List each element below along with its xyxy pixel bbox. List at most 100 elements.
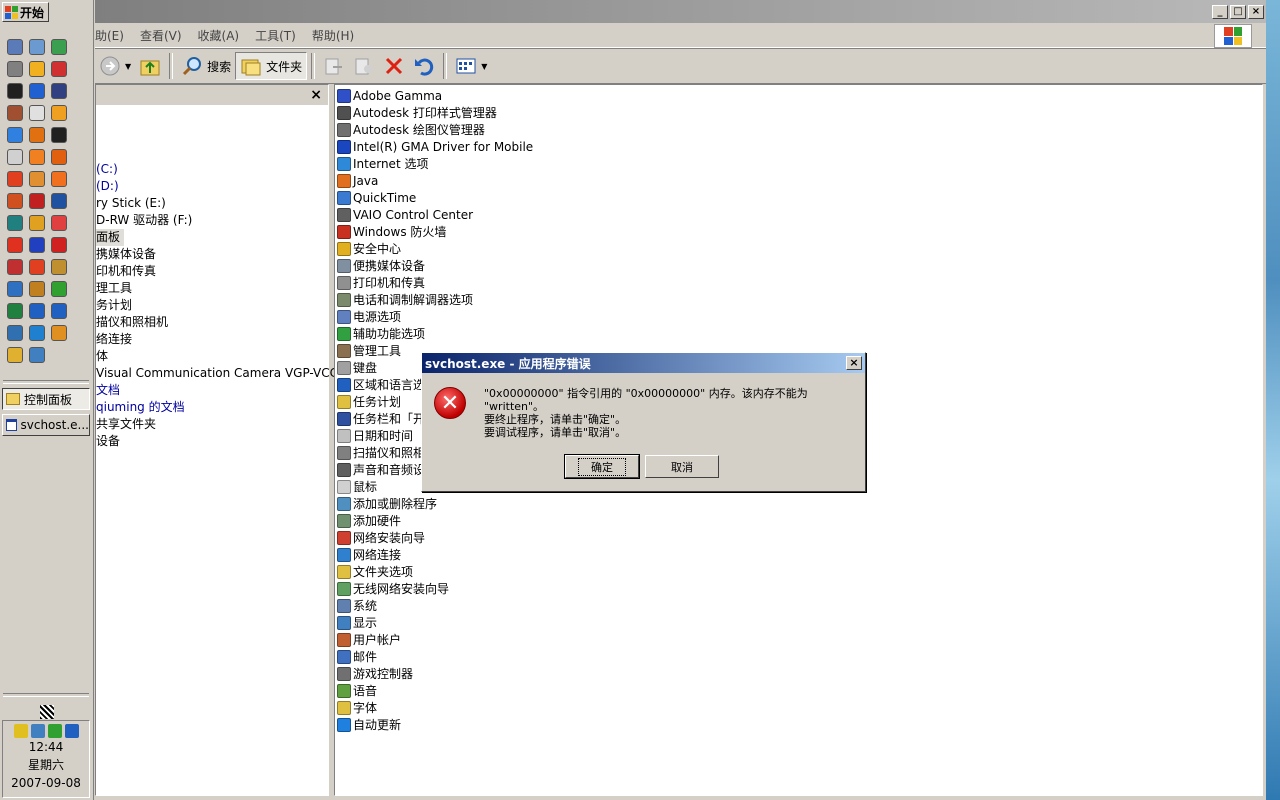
cancel-button[interactable]: 取消: [645, 455, 719, 478]
quick-launch-app-icon[interactable]: [51, 193, 67, 209]
quick-launch-app-icon[interactable]: [7, 259, 23, 275]
control-panel-item[interactable]: Java: [337, 172, 378, 189]
control-panel-item[interactable]: 鼠标: [337, 478, 377, 495]
tree-item[interactable]: 理工具: [96, 280, 132, 297]
menu-edit[interactable]: 助(E): [95, 27, 132, 44]
quick-launch-app-icon[interactable]: [29, 303, 45, 319]
quick-launch-app-icon[interactable]: [51, 259, 67, 275]
security-shield-icon[interactable]: [13, 724, 28, 738]
quick-launch-app-icon[interactable]: [29, 39, 45, 55]
chevron-down-icon[interactable]: ▼: [481, 62, 487, 71]
quick-launch-app-icon[interactable]: [29, 171, 45, 187]
tree-item[interactable]: (D:): [96, 178, 119, 195]
views-button[interactable]: ▼: [451, 52, 491, 80]
tree-item[interactable]: ry Stick (E:): [96, 195, 166, 212]
control-panel-item[interactable]: 网络安装向导: [337, 529, 425, 546]
quick-launch-app-icon[interactable]: [51, 325, 67, 341]
control-panel-item[interactable]: 日期和时间: [337, 427, 413, 444]
dialog-titlebar[interactable]: svchost.exe - 应用程序错误 ×: [422, 353, 865, 373]
control-panel-item[interactable]: 任务计划: [337, 393, 401, 410]
qr-code-icon[interactable]: [40, 705, 54, 719]
quick-launch-app-icon[interactable]: [51, 149, 67, 165]
quick-launch-app-icon[interactable]: [7, 39, 23, 55]
up-button[interactable]: [135, 52, 165, 80]
control-panel-item[interactable]: QuickTime: [337, 189, 416, 206]
quick-launch-app-icon[interactable]: [7, 83, 23, 99]
forward-button[interactable]: ▼: [95, 52, 135, 80]
tree-item[interactable]: 体: [96, 348, 108, 365]
menu-tools[interactable]: 工具(T): [247, 27, 304, 44]
control-panel-item[interactable]: 游戏控制器: [337, 665, 413, 682]
control-panel-item[interactable]: 电源选项: [337, 308, 401, 325]
tree-item[interactable]: qiuming 的文档: [96, 399, 185, 416]
quick-launch-app-icon[interactable]: [29, 325, 45, 341]
move-to-button[interactable]: [319, 52, 349, 80]
quick-launch-app-icon[interactable]: [7, 215, 23, 231]
tree-item[interactable]: 文档: [96, 382, 120, 399]
quick-launch-app-icon[interactable]: [51, 127, 67, 143]
tree-item[interactable]: (C:): [96, 161, 118, 178]
quick-launch-app-icon[interactable]: [51, 237, 67, 253]
tree-item[interactable]: 务计划: [96, 297, 132, 314]
control-panel-item[interactable]: 辅助功能选项: [337, 325, 425, 342]
tree-item[interactable]: 描仪和照相机: [96, 314, 168, 331]
tree-item[interactable]: 携媒体设备: [96, 246, 156, 263]
tree-item[interactable]: 印机和传真: [96, 263, 156, 280]
quick-launch-app-icon[interactable]: [29, 237, 45, 253]
control-panel-item[interactable]: 自动更新: [337, 716, 401, 733]
control-panel-item[interactable]: 文件夹选项: [337, 563, 413, 580]
quick-launch-app-icon[interactable]: [29, 105, 45, 121]
quick-launch-app-icon[interactable]: [29, 215, 45, 231]
quick-launch-app-icon[interactable]: [51, 39, 67, 55]
quick-launch-app-icon[interactable]: [7, 281, 23, 297]
quick-launch-app-icon[interactable]: [29, 149, 45, 165]
menu-help[interactable]: 帮助(H): [304, 27, 362, 44]
control-panel-item[interactable]: 字体: [337, 699, 377, 716]
minimize-button[interactable]: _: [1212, 5, 1228, 19]
quick-launch-app-icon[interactable]: [7, 303, 23, 319]
copy-to-button[interactable]: [349, 52, 379, 80]
quick-launch-app-icon[interactable]: [7, 105, 23, 121]
quick-launch-app-icon[interactable]: [7, 171, 23, 187]
quick-launch-app-icon[interactable]: [29, 193, 45, 209]
tree-item[interactable]: 设备: [96, 433, 120, 450]
quick-launch-app-icon[interactable]: [51, 303, 67, 319]
tree-item[interactable]: 络连接: [96, 331, 132, 348]
quick-launch-app-icon[interactable]: [7, 325, 23, 341]
control-panel-item[interactable]: 安全中心: [337, 240, 401, 257]
ok-button[interactable]: 确定: [564, 454, 640, 479]
umbrella-icon[interactable]: [47, 724, 62, 738]
folders-button[interactable]: 文件夹: [235, 52, 308, 80]
control-panel-item[interactable]: Internet 选项: [337, 155, 428, 172]
quick-launch-app-icon[interactable]: [7, 61, 23, 77]
menu-view[interactable]: 查看(V): [132, 27, 190, 44]
quick-launch-app-icon[interactable]: [29, 83, 45, 99]
quick-launch-app-icon[interactable]: [51, 281, 67, 297]
clock-time[interactable]: 12:44: [3, 738, 89, 756]
control-panel-item[interactable]: 邮件: [337, 648, 377, 665]
control-panel-item[interactable]: 系统: [337, 597, 377, 614]
control-panel-item[interactable]: Adobe Gamma: [337, 87, 442, 104]
menu-favorites[interactable]: 收藏(A): [190, 27, 248, 44]
quick-launch-app-icon[interactable]: [51, 105, 67, 121]
tree-item[interactable]: D-RW 驱动器 (F:): [96, 212, 192, 229]
quick-launch-app-icon[interactable]: [29, 259, 45, 275]
close-icon[interactable]: ×: [310, 87, 322, 103]
control-panel-item[interactable]: 打印机和传真: [337, 274, 425, 291]
control-panel-item[interactable]: 用户帐户: [337, 631, 401, 648]
quick-launch-app-icon[interactable]: [7, 347, 23, 363]
control-panel-item[interactable]: 键盘: [337, 359, 377, 376]
quick-launch-app-icon[interactable]: [29, 347, 45, 363]
control-panel-item[interactable]: 网络连接: [337, 546, 401, 563]
tree-item[interactable]: 共享文件夹: [96, 416, 156, 433]
quick-launch-app-icon[interactable]: [51, 61, 67, 77]
control-panel-item[interactable]: Autodesk 打印样式管理器: [337, 104, 497, 121]
quick-launch-app-icon[interactable]: [29, 127, 45, 143]
control-panel-item[interactable]: 语音: [337, 682, 377, 699]
undo-button[interactable]: [409, 52, 439, 80]
tree-item[interactable]: Visual Communication Camera VGP-VCC1: [96, 365, 346, 382]
start-button[interactable]: 开始: [2, 2, 49, 22]
control-panel-item[interactable]: 电话和调制解调器选项: [337, 291, 473, 308]
search-button[interactable]: 搜索: [177, 52, 235, 80]
window-titlebar[interactable]: _ □ ×: [95, 0, 1266, 23]
